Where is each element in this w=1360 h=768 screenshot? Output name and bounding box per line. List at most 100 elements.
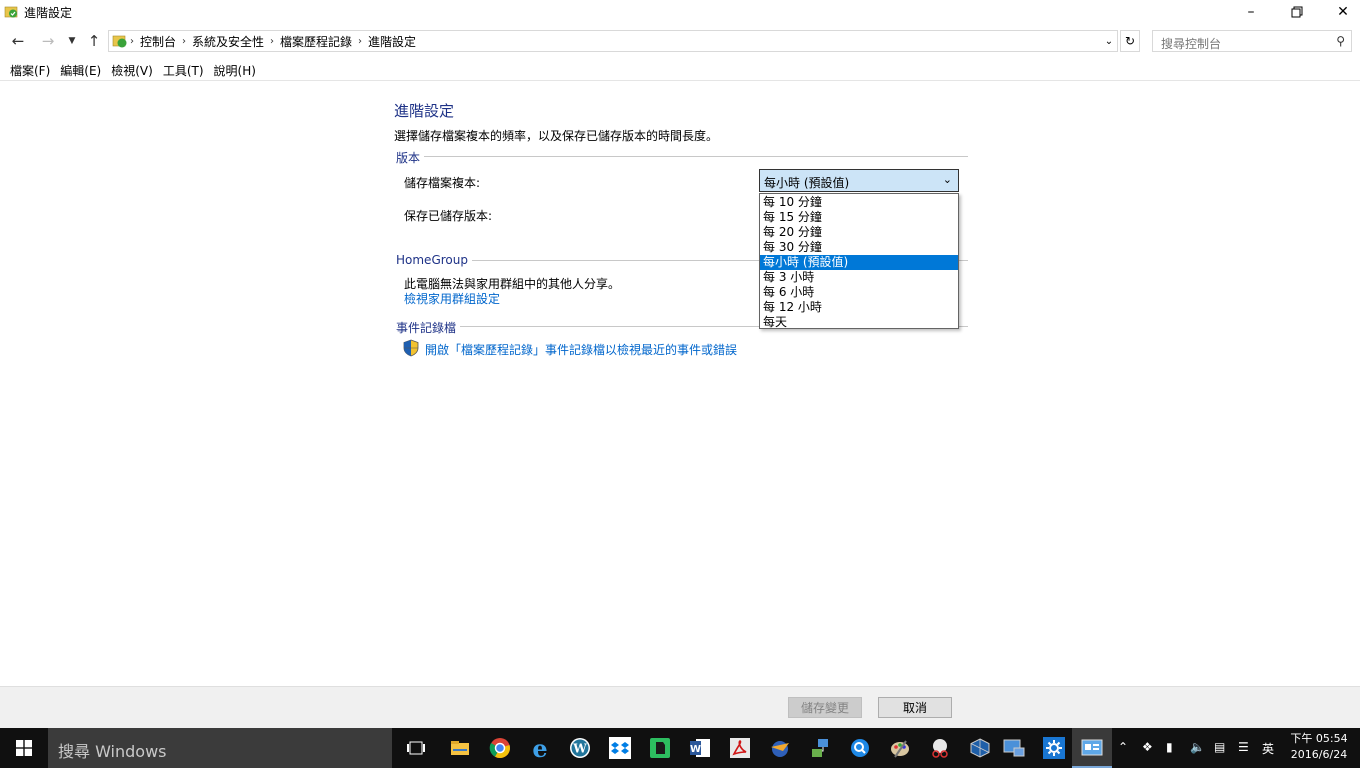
uac-shield-icon (403, 339, 419, 357)
clock-time: 下午 05:54 (1290, 732, 1348, 745)
breadcrumb-advanced-settings[interactable]: 進階設定 (368, 33, 416, 50)
search-app-icon[interactable] (846, 734, 874, 762)
dropdown-option[interactable]: 每 10 分鐘 (760, 195, 958, 210)
versions-section: 版本 (396, 149, 968, 166)
network-icon[interactable]: ▤ (1214, 740, 1225, 754)
restore-button[interactable] (1274, 0, 1320, 24)
view-homegroup-link[interactable]: 檢視家用群組設定 (404, 290, 500, 307)
input-method-indicator[interactable]: 英 (1262, 740, 1274, 757)
file-explorer-icon[interactable] (446, 734, 474, 762)
dropdown-option[interactable]: 每 3 小時 (760, 270, 958, 285)
minimize-button[interactable]: – (1228, 0, 1274, 24)
chevron-down-icon: ⌄ (1104, 35, 1114, 47)
refresh-button[interactable]: ↻ (1120, 30, 1140, 52)
menu-help[interactable]: 說明(H) (214, 62, 256, 79)
settings-app-icon[interactable] (1040, 734, 1068, 762)
dropbox-tray-icon[interactable]: ❖ (1142, 740, 1153, 754)
control-panel-icon (112, 35, 127, 48)
menu-file[interactable]: 檔案(F) (10, 62, 50, 79)
save-changes-button[interactable]: 儲存變更 (788, 697, 862, 718)
taskbar-search-box[interactable]: 搜尋 Windows (48, 728, 392, 768)
breadcrumb-separator-icon: › (182, 35, 187, 47)
breadcrumb-file-history[interactable]: 檔案歷程記錄 (280, 33, 352, 50)
action-center-icon[interactable]: ☰ (1238, 740, 1249, 754)
system-clock[interactable]: 下午 05:54 2016/6/24 (1285, 731, 1353, 763)
dropdown-option[interactable]: 每 15 分鐘 (760, 210, 958, 225)
task-view-icon[interactable] (402, 734, 430, 762)
address-history-button[interactable]: ⌄ (1100, 30, 1118, 52)
show-hidden-icons-icon[interactable]: ⌃ (1118, 740, 1128, 754)
control-panel-taskbar-icon[interactable] (1078, 734, 1106, 762)
back-button[interactable]: ← (8, 31, 28, 51)
forward-button[interactable]: → (38, 31, 58, 51)
dropdown-option[interactable]: 每 6 小時 (760, 285, 958, 300)
search-icon[interactable]: ⚲ (1336, 34, 1345, 48)
save-frequency-value: 每小時 (預設值) (764, 176, 850, 190)
dropdown-option[interactable]: 每 20 分鐘 (760, 225, 958, 240)
volume-muted-icon[interactable]: 🔈 (1190, 740, 1205, 754)
battery-icon[interactable]: ▮ (1166, 740, 1173, 754)
wordpress-icon[interactable]: W (566, 734, 594, 762)
evernote-icon[interactable] (646, 734, 674, 762)
breadcrumb-separator-icon: › (130, 35, 134, 47)
paint-app-icon[interactable] (886, 734, 914, 762)
save-frequency-select[interactable]: 每小時 (預設值) ⌄ (759, 169, 959, 192)
dropbox-icon[interactable] (606, 734, 634, 762)
menu-edit[interactable]: 編輯(E) (60, 62, 101, 79)
address-bar[interactable]: › 控制台 › 系統及安全性 › 檔案歷程記錄 › 進階設定 (108, 30, 1118, 52)
snipping-tool-icon[interactable] (926, 734, 954, 762)
internet-explorer-icon[interactable]: e (526, 734, 554, 763)
start-button[interactable] (0, 728, 48, 768)
svg-text:W: W (690, 744, 701, 755)
file-history-icon (4, 6, 18, 18)
page-title: 進階設定 (394, 102, 455, 120)
chevron-down-icon: ⌄ (942, 173, 952, 186)
arrow-up-icon: ↑ (87, 32, 101, 50)
acrobat-reader-icon[interactable] (726, 734, 754, 762)
open-event-log-link[interactable]: 開啟「檔案歷程記錄」事件記錄檔以檢視最近的事件或錯誤 (425, 341, 737, 358)
taskbar-search-placeholder: 搜尋 Windows (58, 742, 167, 761)
dialog-footer: 儲存變更 取消 (0, 686, 1360, 728)
clock-date: 2016/6/24 (1290, 748, 1348, 761)
menu-bar: 檔案(F) 編輯(E) 檢視(V) 工具(T) 說明(H) (0, 60, 1360, 81)
navigation-bar: ← → ▼ ↑ › 控制台 › 系統及安全性 › 檔案歷程記錄 › 進階設定 ⌄… (0, 28, 1360, 54)
minimize-icon: – (1247, 4, 1255, 20)
close-icon: ✕ (1337, 4, 1349, 20)
eagle-app-icon[interactable] (766, 734, 794, 762)
remote-desktop-icon[interactable] (1000, 734, 1028, 762)
search-input[interactable]: 搜尋控制台 ⚲ (1152, 30, 1352, 52)
dropdown-option[interactable]: 每 30 分鐘 (760, 240, 958, 255)
chrome-icon[interactable] (486, 734, 514, 762)
keep-versions-label: 保存已儲存版本: (404, 209, 493, 223)
word-icon[interactable]: W (686, 734, 714, 762)
main-content: 進階設定 選擇儲存檔案複本的頻率，以及保存已儲存版本的時間長度。 版本 儲存檔案… (0, 82, 1360, 686)
recent-locations-button[interactable]: ▼ (62, 31, 82, 51)
breadcrumb-separator-icon: › (358, 35, 363, 47)
svg-text:W: W (572, 742, 587, 756)
chevron-down-icon: ▼ (68, 36, 76, 46)
dropdown-option[interactable]: 每天 (760, 315, 958, 330)
save-copies-label: 儲存檔案複本: (404, 176, 481, 190)
title-bar: 進階設定 – ✕ (0, 0, 1360, 24)
menu-view[interactable]: 檢視(V) (111, 62, 153, 79)
arrow-left-icon: ← (11, 32, 25, 50)
search-placeholder: 搜尋控制台 (1161, 37, 1222, 51)
cancel-button[interactable]: 取消 (878, 697, 952, 718)
virtualbox-icon[interactable] (966, 734, 994, 762)
taskbar: 搜尋 Windows e W W ⌃ ❖ ▮ 🔈 ▤ ☰ 英 下午 05:54 … (0, 728, 1360, 768)
menu-tools[interactable]: 工具(T) (163, 62, 204, 79)
page-description: 選擇儲存檔案複本的頻率，以及保存已儲存版本的時間長度。 (394, 129, 719, 143)
restore-icon (1291, 6, 1303, 18)
windows-logo-icon (16, 740, 32, 756)
breadcrumb-system-security[interactable]: 系統及安全性 (192, 33, 264, 50)
network-tool-icon[interactable] (806, 734, 834, 762)
section-title: 事件記錄檔 (396, 319, 461, 336)
dropdown-option-selected[interactable]: 每小時 (預設值) (760, 255, 958, 270)
breadcrumb-control-panel[interactable]: 控制台 (140, 33, 176, 50)
refresh-icon: ↻ (1124, 34, 1136, 48)
dropdown-option[interactable]: 每 12 小時 (760, 300, 958, 315)
save-frequency-dropdown-list: 每 10 分鐘 每 15 分鐘 每 20 分鐘 每 30 分鐘 每小時 (預設值… (759, 193, 959, 329)
arrow-right-icon: → (41, 32, 55, 50)
close-button[interactable]: ✕ (1320, 0, 1360, 24)
up-button[interactable]: ↑ (84, 31, 104, 51)
